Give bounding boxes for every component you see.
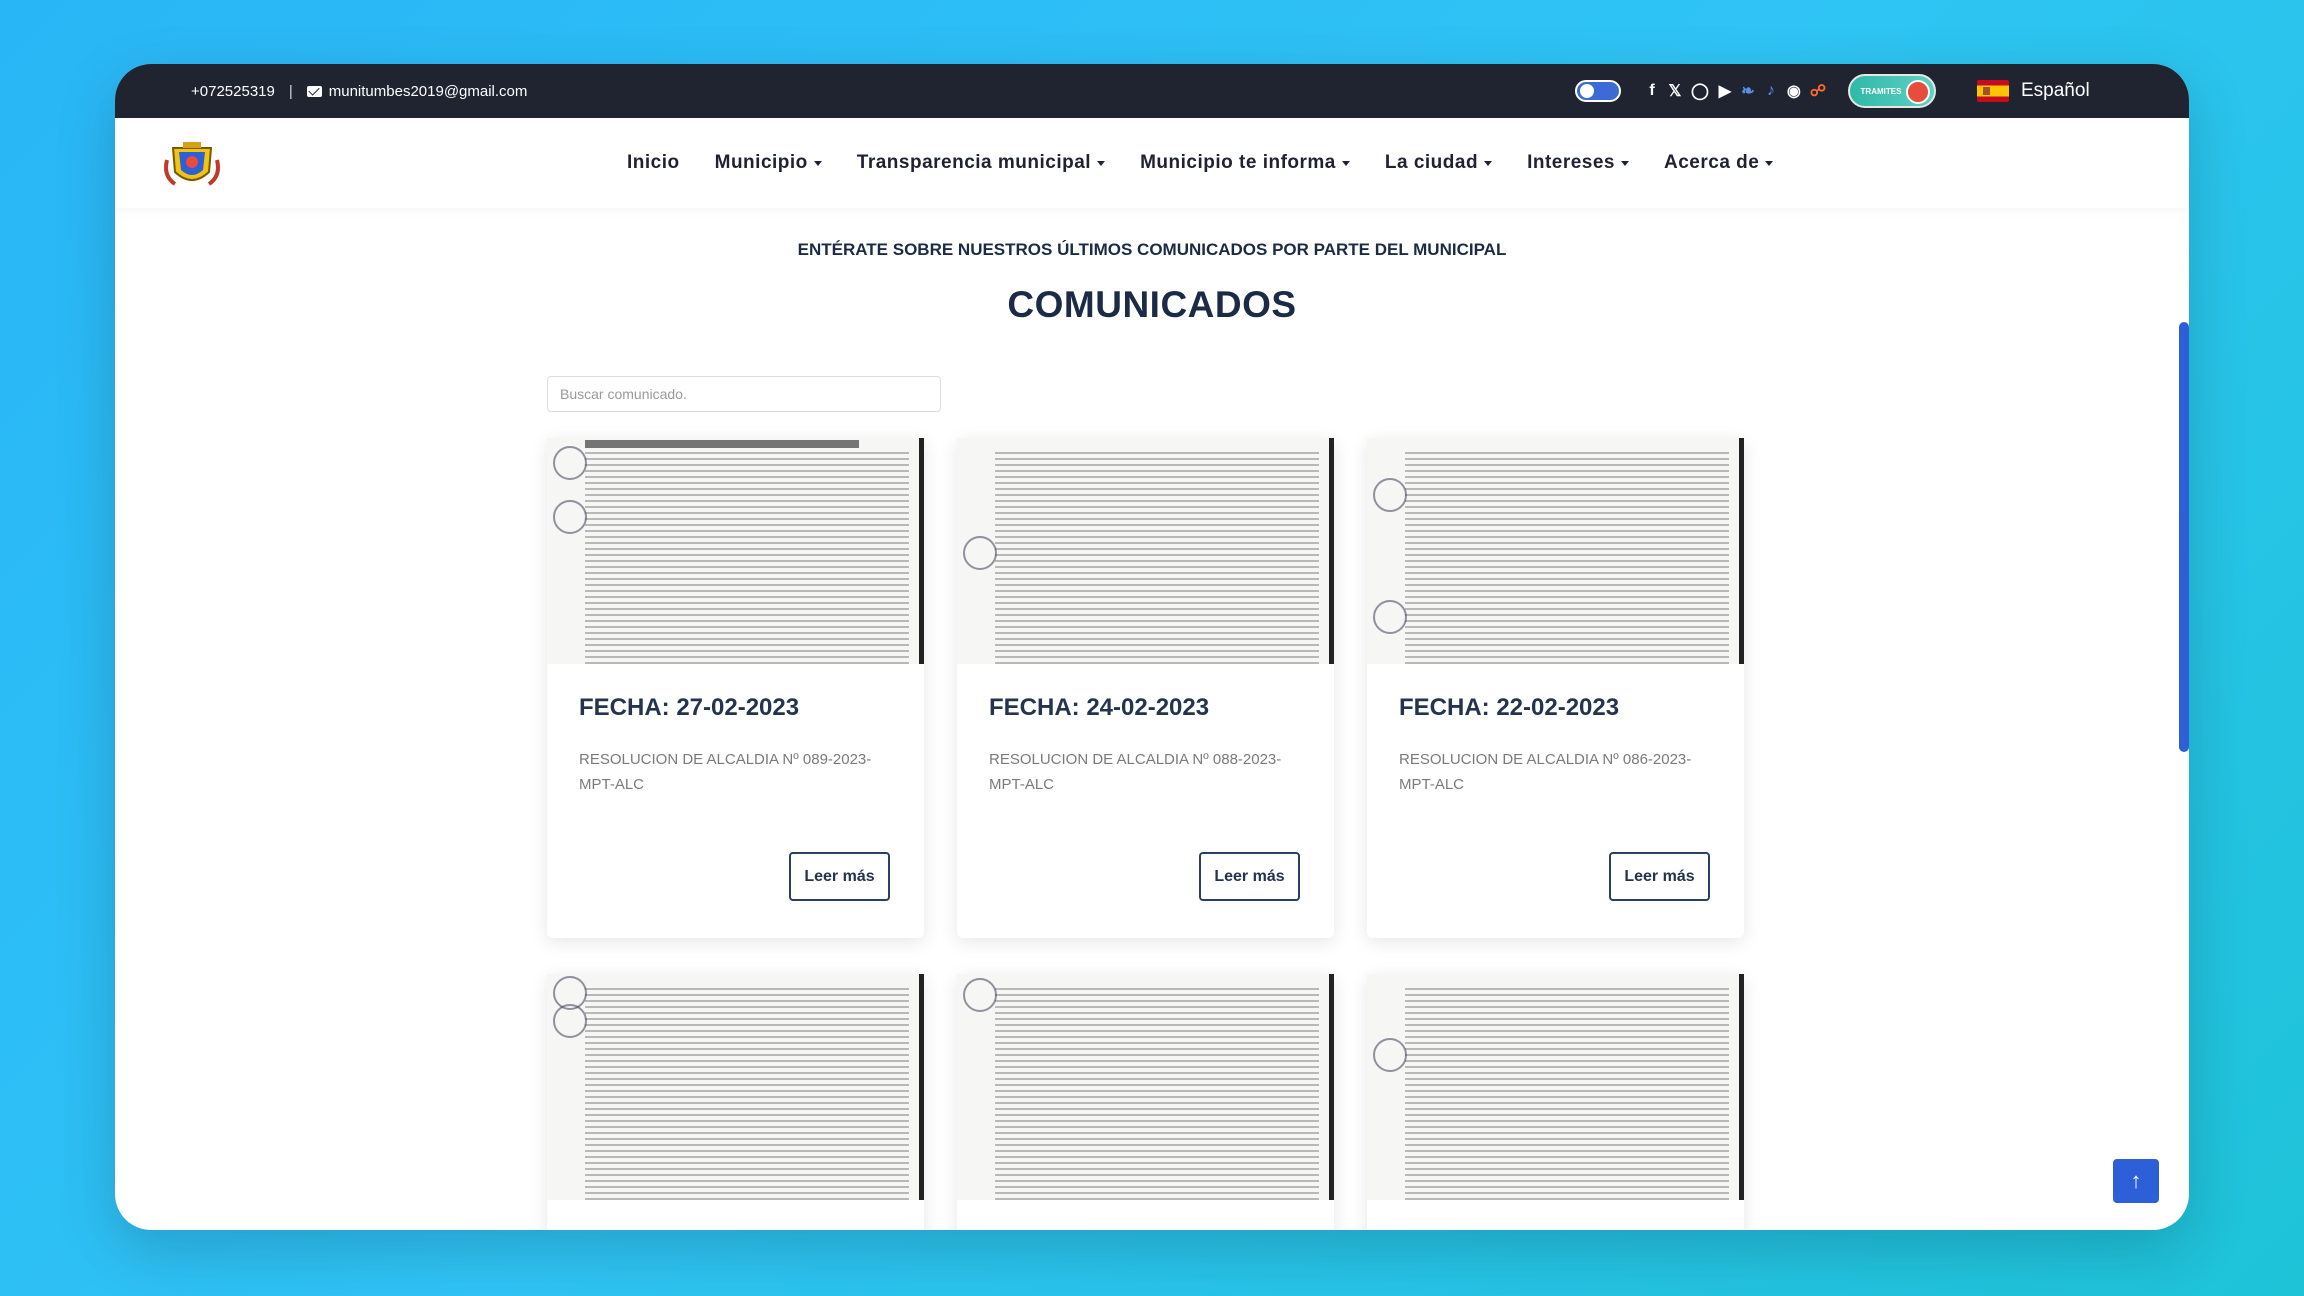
comunicado-card: FECHA: 24-02-2023 RESOLUCION DE ALCALDIA…: [957, 438, 1334, 938]
document-thumbnail[interactable]: [957, 438, 1334, 664]
tramites-icon: [1906, 80, 1930, 104]
municipality-logo[interactable]: [163, 140, 221, 192]
document-text: [1405, 452, 1729, 664]
comunicado-card: [547, 974, 924, 1230]
scrollbar-thumb[interactable]: [2179, 322, 2189, 752]
nav-menu: Inicio Municipio Transparencia municipal…: [627, 118, 1774, 208]
contact-info: +072525319 | munitumbes2019@gmail.com: [191, 64, 527, 118]
caret-down-icon: [1341, 160, 1350, 166]
browser-frame: +072525319 | munitumbes2019@gmail.com f …: [115, 64, 2189, 1230]
card-description: RESOLUCION DE ALCALDIA Nº 086-2023-MPT-A…: [1399, 751, 1692, 793]
document-text: [585, 988, 909, 1200]
document-thumbnail[interactable]: [547, 438, 924, 664]
read-more-button[interactable]: Leer más: [789, 852, 890, 901]
separator: |: [288, 82, 293, 100]
language-label: Español: [2021, 80, 2090, 101]
card-date: FECHA: 24-02-2023: [989, 694, 1210, 721]
card-description: RESOLUCION DE ALCALDIA Nº 089-2023-MPT-A…: [579, 751, 872, 793]
seal-icon: [1373, 1038, 1407, 1072]
comunicado-card: FECHA: 27-02-2023 RESOLUCION DE ALCALDIA…: [547, 438, 924, 938]
nav-label: Transparencia municipal: [856, 152, 1092, 173]
section-subtitle: ENTÉRATE SOBRE NUESTROS ÚLTIMOS COMUNICA…: [797, 240, 1507, 259]
seal-icon: [553, 1004, 587, 1038]
seal-icon: [553, 446, 587, 480]
document-thumbnail[interactable]: [1367, 438, 1744, 664]
nav-label: La ciudad: [1384, 152, 1479, 173]
document-text: [1405, 988, 1729, 1200]
language-selector[interactable]: Español: [1977, 64, 2090, 118]
nav-item-acerca-de[interactable]: Acerca de: [1664, 152, 1774, 174]
email-link[interactable]: munitumbes2019@gmail.com: [306, 82, 528, 100]
document-thumbnail[interactable]: [957, 974, 1334, 1200]
tramites-button[interactable]: TRAMITES: [1848, 74, 1936, 108]
seal-icon: [553, 500, 587, 534]
nav-label: Municipio te informa: [1140, 152, 1336, 173]
bluesky-icon[interactable]: ❧: [1741, 81, 1755, 101]
seal-icon: [1373, 478, 1407, 512]
tramites-label: TRAMITES: [1860, 86, 1902, 96]
nav-item-municipio[interactable]: Municipio: [715, 152, 822, 174]
caret-down-icon: [1484, 160, 1493, 166]
nav-item-transparencia[interactable]: Transparencia municipal: [856, 152, 1106, 174]
arrow-up-icon: ↑: [2130, 1168, 2142, 1193]
nav-item-la-ciudad[interactable]: La ciudad: [1384, 152, 1493, 174]
read-more-button[interactable]: Leer más: [1199, 852, 1300, 901]
page-title: COMUNICADOS: [1007, 284, 1297, 325]
caret-down-icon: [813, 160, 822, 166]
comunicado-card: FECHA: 22-02-2023 RESOLUCION DE ALCALDIA…: [1367, 438, 1744, 938]
mail-icon: [306, 85, 322, 97]
document-text: [995, 988, 1319, 1200]
seal-icon: [1373, 600, 1407, 634]
document-text: [995, 452, 1319, 664]
document-header: [585, 440, 859, 448]
nav-label: Municipio: [714, 152, 808, 173]
email-text: munitumbes2019@gmail.com: [328, 82, 528, 100]
document-thumbnail[interactable]: [547, 974, 924, 1200]
caret-down-icon: [1097, 160, 1106, 166]
seal-icon: [963, 978, 997, 1012]
nav-item-intereses[interactable]: Intereses: [1527, 152, 1630, 174]
nav-label: Intereses: [1527, 152, 1616, 173]
main-navigation: Inicio Municipio Transparencia municipal…: [115, 118, 2189, 208]
youtube-icon[interactable]: ▶: [1718, 81, 1732, 101]
social-links: f 𝕏 ◯ ▶ ❧ ♪ ◉ ☍: [1645, 64, 1826, 118]
nav-label: Acerca de: [1664, 152, 1760, 173]
theme-toggle[interactable]: [1575, 80, 1621, 102]
card-description: RESOLUCION DE ALCALDIA Nº 088-2023-MPT-A…: [989, 751, 1282, 793]
web-icon[interactable]: ◉: [1787, 81, 1801, 101]
nav-label: Inicio: [627, 152, 680, 173]
caret-down-icon: [1621, 160, 1630, 166]
phone-number[interactable]: +072525319: [191, 83, 275, 100]
facebook-icon[interactable]: f: [1645, 82, 1659, 100]
scroll-to-top-button[interactable]: ↑: [2113, 1159, 2159, 1203]
comunicado-card: [1367, 974, 1744, 1230]
nav-item-municipio-te-informa[interactable]: Municipio te informa: [1140, 152, 1350, 174]
instagram-icon[interactable]: ◯: [1691, 81, 1709, 101]
spain-flag-icon: [1977, 80, 2009, 102]
link-icon[interactable]: ☍: [1810, 81, 1826, 101]
document-thumbnail[interactable]: [1367, 974, 1744, 1200]
tiktok-icon[interactable]: ♪: [1764, 82, 1778, 100]
top-bar: +072525319 | munitumbes2019@gmail.com f …: [115, 64, 2189, 118]
twitter-icon[interactable]: 𝕏: [1668, 81, 1682, 101]
caret-down-icon: [1765, 160, 1774, 166]
card-date: FECHA: 22-02-2023: [1399, 694, 1620, 721]
nav-item-inicio[interactable]: Inicio: [627, 152, 680, 174]
card-date: FECHA: 27-02-2023: [579, 694, 800, 721]
search-input[interactable]: [547, 376, 941, 412]
comunicado-card: [957, 974, 1334, 1230]
document-text: [585, 452, 909, 664]
read-more-button[interactable]: Leer más: [1609, 852, 1710, 901]
seal-icon: [963, 536, 997, 570]
